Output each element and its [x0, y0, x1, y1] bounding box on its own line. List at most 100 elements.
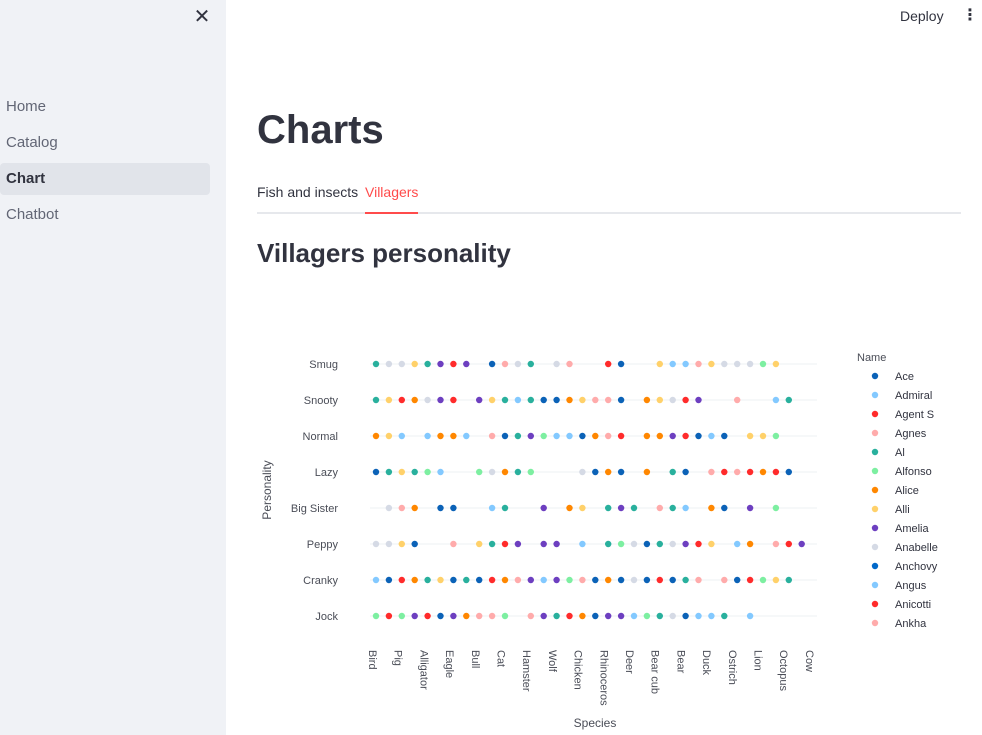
main-menu-icon[interactable]: ⋮: [960, 5, 980, 27]
data-point: [579, 468, 586, 476]
data-point: [772, 360, 780, 368]
data-point: [695, 432, 702, 440]
data-point: [708, 432, 715, 440]
data-point: [772, 504, 780, 512]
data-point: [746, 360, 754, 368]
data-point: [385, 432, 393, 440]
tab-villagers[interactable]: Villagers: [365, 184, 419, 214]
legend-label: Ace: [895, 371, 914, 383]
data-point: [656, 432, 663, 440]
data-point: [566, 360, 573, 368]
data-point: [398, 612, 405, 620]
data-point: [579, 540, 586, 548]
y-tick-label: Lazy: [315, 467, 339, 479]
y-tick-label: Snooty: [304, 395, 339, 407]
legend-swatch: [871, 619, 879, 627]
data-point: [746, 612, 754, 620]
x-tick-label: Deer: [623, 650, 635, 674]
data-point: [566, 612, 573, 620]
legend-swatch: [871, 372, 879, 380]
data-point: [592, 432, 599, 440]
data-point: [759, 432, 767, 440]
legend-swatch: [871, 562, 879, 570]
data-point: [411, 504, 418, 512]
data-point: [437, 576, 444, 584]
data-point: [450, 360, 457, 368]
data-point: [721, 432, 728, 440]
data-point: [514, 396, 522, 404]
data-point: [450, 396, 457, 404]
data-point: [527, 432, 534, 440]
data-point: [605, 432, 612, 440]
data-point: [772, 540, 780, 548]
legend-swatch: [871, 543, 879, 551]
data-point: [682, 612, 689, 620]
legend-swatch: [871, 448, 879, 456]
legend-label: Al: [895, 447, 905, 459]
data-point: [695, 396, 702, 404]
data-point: [708, 468, 715, 476]
data-point: [669, 360, 676, 368]
legend-swatch: [871, 505, 879, 513]
section-title: Villagers personality: [257, 238, 511, 268]
data-point: [437, 612, 444, 620]
data-point: [579, 612, 586, 620]
data-point: [372, 432, 380, 440]
close-sidebar-icon[interactable]: ✕: [191, 6, 213, 28]
legend-label: Ankha: [895, 618, 927, 630]
data-point: [437, 432, 444, 440]
sidebar-item-home[interactable]: Home: [0, 91, 210, 123]
data-point: [372, 576, 380, 584]
data-point: [772, 468, 780, 476]
data-point: [501, 360, 509, 368]
sidebar-item-chatbot[interactable]: Chatbot: [0, 199, 210, 231]
sidebar-item-chart[interactable]: Chart: [0, 163, 210, 195]
legend-swatch: [871, 600, 879, 608]
data-point: [579, 504, 586, 512]
data-point: [682, 504, 689, 512]
data-point: [592, 396, 599, 404]
data-point: [785, 540, 792, 548]
legend-swatch: [871, 410, 879, 418]
data-point: [643, 396, 651, 404]
data-point: [734, 468, 741, 476]
data-point: [411, 576, 418, 584]
x-tick-label: Wolf: [546, 650, 558, 673]
data-point: [759, 576, 767, 584]
data-point: [488, 504, 496, 512]
deploy-button[interactable]: Deploy: [892, 5, 952, 27]
data-point: [501, 612, 509, 620]
data-point: [411, 396, 418, 404]
data-point: [437, 468, 444, 476]
data-point: [385, 612, 393, 620]
data-point: [682, 468, 689, 476]
x-tick-label: Duck: [700, 650, 712, 676]
legend-label: Amelia: [895, 523, 930, 535]
data-point: [656, 576, 663, 584]
tab-fish-and-insects[interactable]: Fish and insects: [257, 184, 358, 214]
data-point: [746, 504, 754, 512]
data-point: [721, 360, 728, 368]
data-point: [501, 468, 509, 476]
data-point: [605, 468, 612, 476]
data-point: [669, 612, 676, 620]
y-tick-label: Peppy: [307, 539, 339, 551]
data-point: [592, 576, 599, 584]
data-point: [656, 396, 663, 404]
x-tick-label: Chicken: [572, 650, 584, 690]
data-point: [798, 540, 805, 548]
data-point: [398, 396, 405, 404]
data-point: [669, 504, 676, 512]
data-point: [385, 468, 393, 476]
data-point: [450, 504, 457, 512]
sidebar-item-catalog[interactable]: Catalog: [0, 127, 210, 159]
data-point: [385, 396, 393, 404]
data-point: [605, 360, 612, 368]
legend-swatch: [871, 391, 879, 399]
data-point: [579, 396, 586, 404]
data-point: [682, 540, 689, 548]
y-tick-label: Jock: [315, 611, 338, 623]
data-point: [746, 432, 754, 440]
data-point: [501, 540, 509, 548]
legend-label: Angus: [895, 580, 927, 592]
